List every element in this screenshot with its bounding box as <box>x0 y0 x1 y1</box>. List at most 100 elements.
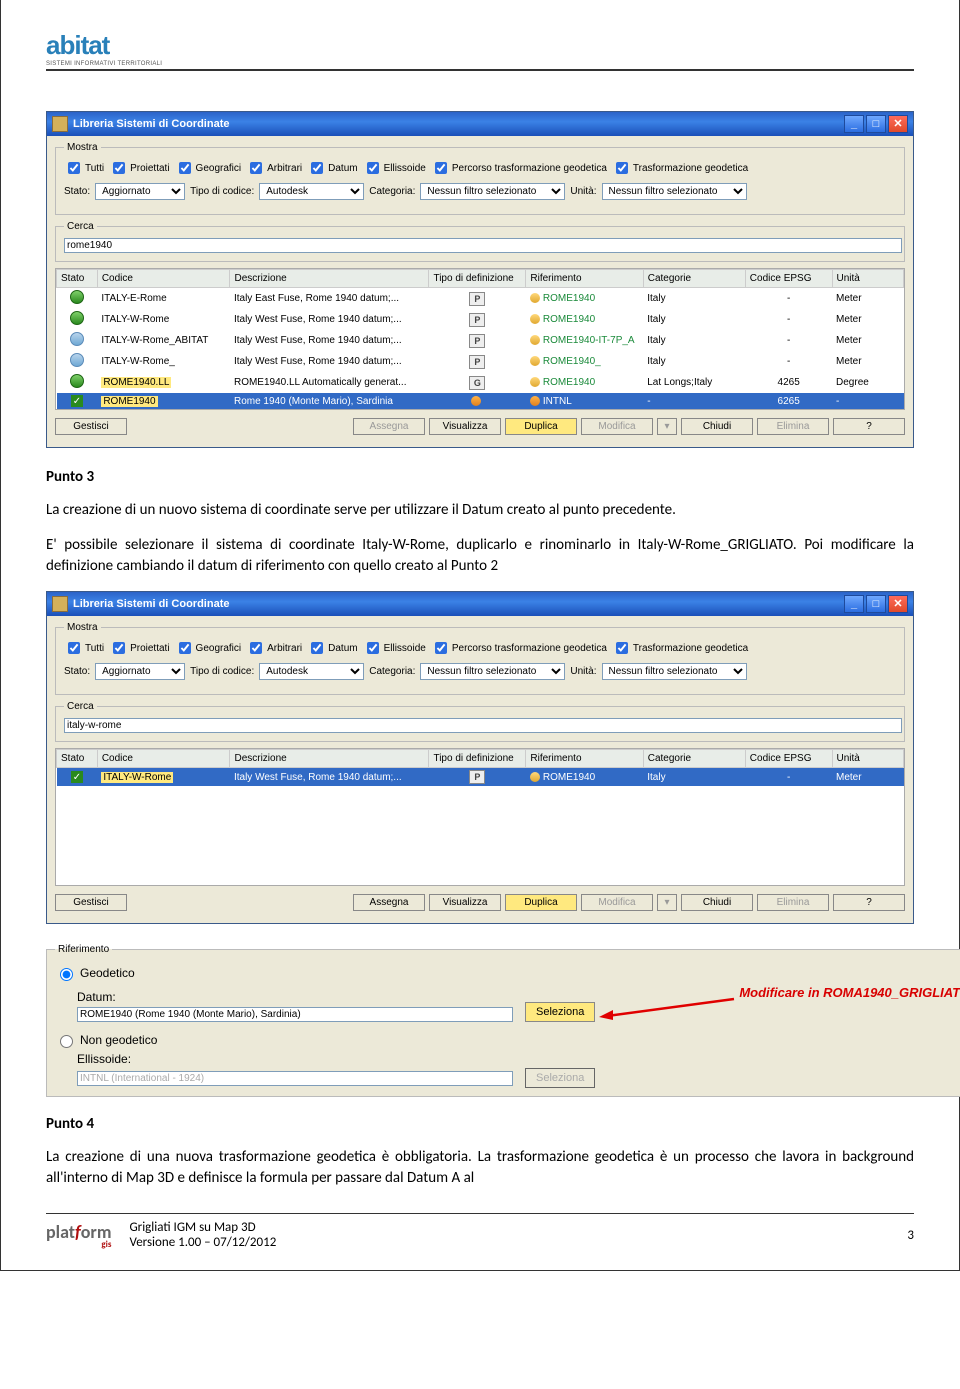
tipo-select[interactable]: Autodesk <box>259 183 364 200</box>
window-icon <box>52 116 68 132</box>
filter-checkbox[interactable]: Ellissoide <box>363 159 426 177</box>
assegna-button[interactable]: Assegna <box>353 894 425 911</box>
filter-checkbox[interactable]: Percorso trasformazione geodetica <box>431 639 607 657</box>
categoria-label: Categoria: <box>369 186 415 197</box>
categoria-select[interactable]: Nessun filtro selezionato <box>420 183 565 200</box>
platform-logo: platformgis <box>46 1221 111 1250</box>
column-header[interactable]: Tipo di definizione <box>429 750 526 768</box>
filter-checkbox[interactable]: Geografici <box>175 159 242 177</box>
filter-checkbox[interactable]: Ellissoide <box>363 639 426 657</box>
column-header[interactable]: Descrizione <box>230 270 429 288</box>
ellissoide-input <box>77 1071 513 1086</box>
filter-checkbox[interactable]: Proiettati <box>109 639 169 657</box>
datum-input[interactable] <box>77 1007 513 1022</box>
tipo-select[interactable]: Autodesk <box>259 663 364 680</box>
gestisci-button[interactable]: Gestisci <box>55 894 127 911</box>
filter-checkbox[interactable]: Datum <box>307 639 357 657</box>
cerca-fieldset: Cerca <box>55 221 905 262</box>
coordinate-library-window-2: Libreria Sistemi di Coordinate _ □ ✕ Mos… <box>46 591 914 924</box>
filter-checkbox[interactable]: Percorso trasformazione geodetica <box>431 159 607 177</box>
table-row[interactable]: ITALY-W-Rome_Italy West Fuse, Rome 1940 … <box>57 351 904 372</box>
duplica-button[interactable]: Duplica <box>505 418 577 435</box>
filter-checkbox[interactable]: Tutti <box>64 639 104 657</box>
ellissoide-label: Ellissoide: <box>77 1052 960 1066</box>
filter-checkbox[interactable]: Trasformazione geodetica <box>612 159 748 177</box>
help-button[interactable]: ? <box>833 894 905 911</box>
filter-checkbox[interactable]: Tutti <box>64 159 104 177</box>
status-check-icon: ✓ <box>71 395 83 407</box>
stato-select[interactable]: Aggiornato <box>95 663 185 680</box>
maximize-button[interactable]: □ <box>866 115 886 133</box>
chiudi-button[interactable]: Chiudi <box>681 418 753 435</box>
table-row[interactable]: ITALY-W-RomeItaly West Fuse, Rome 1940 d… <box>57 309 904 330</box>
chiudi-button[interactable]: Chiudi <box>681 894 753 911</box>
ref-icon <box>530 396 540 406</box>
modificare-note: Modificare in ROMA1940_GRIGLIATO <box>739 985 960 1000</box>
riferimento-legend: Riferimento <box>55 944 112 955</box>
visualizza-button[interactable]: Visualizza <box>429 894 501 911</box>
column-header[interactable]: Codice EPSG <box>745 750 832 768</box>
results-table: StatoCodiceDescrizioneTipo di definizion… <box>55 268 905 410</box>
gestisci-button[interactable]: Gestisci <box>55 418 127 435</box>
maximize-button[interactable]: □ <box>866 595 886 613</box>
column-header[interactable]: Tipo di definizione <box>429 270 526 288</box>
column-header[interactable]: Stato <box>57 270 98 288</box>
table-row[interactable]: ITALY-E-RomeItaly East Fuse, Rome 1940 d… <box>57 288 904 310</box>
table-row[interactable]: ROME1940.LLROME1940.LL Automatically gen… <box>57 372 904 393</box>
type-P-icon: P <box>469 313 485 327</box>
column-header[interactable]: Unità <box>832 270 903 288</box>
ref-icon <box>530 356 540 366</box>
duplica-button[interactable]: Duplica <box>505 894 577 911</box>
table-row[interactable]: ITALY-W-Rome_ABITATItaly West Fuse, Rome… <box>57 330 904 351</box>
visualizza-button[interactable]: Visualizza <box>429 418 501 435</box>
column-header[interactable]: Riferimento <box>526 750 643 768</box>
status-green-icon <box>70 290 84 304</box>
categoria-select[interactable]: Nessun filtro selezionato <box>420 663 565 680</box>
column-header[interactable]: Riferimento <box>526 270 643 288</box>
ref-icon <box>530 293 540 303</box>
mostra-legend: Mostra <box>64 142 101 153</box>
column-header[interactable]: Unità <box>832 750 903 768</box>
column-header[interactable]: Codice EPSG <box>745 270 832 288</box>
ref-icon <box>530 335 540 345</box>
filter-checkbox[interactable]: Trasformazione geodetica <box>612 639 748 657</box>
status-green-icon <box>70 374 84 388</box>
geodetico-radio[interactable] <box>60 968 73 981</box>
column-header[interactable]: Categorie <box>643 750 745 768</box>
column-header[interactable]: Codice <box>97 270 230 288</box>
nongeodetico-radio[interactable] <box>60 1035 73 1048</box>
column-header[interactable]: Categorie <box>643 270 745 288</box>
filter-checkbox[interactable]: Arbitrari <box>246 639 302 657</box>
type-datum-icon <box>471 396 481 406</box>
modifica-button: Modifica <box>581 418 653 435</box>
filter-checkbox[interactable]: Proiettati <box>109 159 169 177</box>
close-button[interactable]: ✕ <box>888 115 908 133</box>
geodetico-label: Geodetico <box>80 966 135 980</box>
nongeodetico-label: Non geodetico <box>80 1033 157 1047</box>
modifica-dropdown[interactable]: ▾ <box>657 418 677 435</box>
help-button[interactable]: ? <box>833 418 905 435</box>
column-header[interactable]: Stato <box>57 750 98 768</box>
close-button[interactable]: ✕ <box>888 595 908 613</box>
cerca-input[interactable] <box>64 718 902 733</box>
filter-checkbox[interactable]: Geografici <box>175 639 242 657</box>
cerca-legend: Cerca <box>64 701 97 712</box>
unita-select[interactable]: Nessun filtro selezionato <box>602 183 747 200</box>
filter-checkbox[interactable]: Datum <box>307 159 357 177</box>
unita-select[interactable]: Nessun filtro selezionato <box>602 663 747 680</box>
assegna-button: Assegna <box>353 418 425 435</box>
page-number: 3 <box>907 1228 914 1243</box>
cerca-input[interactable] <box>64 238 902 253</box>
table-row[interactable]: ✓ITALY-W-RomeItaly West Fuse, Rome 1940 … <box>57 768 904 787</box>
modifica-dropdown[interactable]: ▾ <box>657 894 677 911</box>
page-footer: platformgis Grigliati IGM su Map 3D Vers… <box>46 1213 914 1250</box>
stato-select[interactable]: Aggiornato <box>95 183 185 200</box>
seleziona-button[interactable]: Seleziona <box>525 1002 595 1022</box>
column-header[interactable]: Descrizione <box>230 750 429 768</box>
table-row[interactable]: ✓ROME1940Rome 1940 (Monte Mario), Sardin… <box>57 393 904 409</box>
stato-label: Stato: <box>64 186 90 197</box>
minimize-button[interactable]: _ <box>844 115 864 133</box>
minimize-button[interactable]: _ <box>844 595 864 613</box>
filter-checkbox[interactable]: Arbitrari <box>246 159 302 177</box>
column-header[interactable]: Codice <box>97 750 230 768</box>
